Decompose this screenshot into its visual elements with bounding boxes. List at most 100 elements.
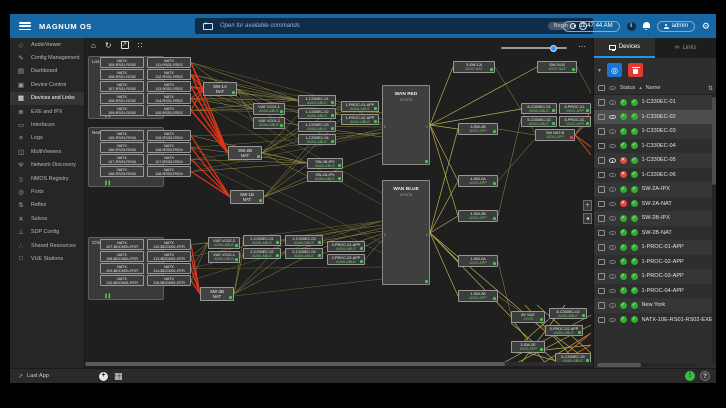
help-button[interactable]: ? [700, 371, 710, 381]
select-all-checkbox[interactable] [598, 84, 605, 92]
alerts-button[interactable]: ! [685, 371, 695, 381]
node-natx[interactable]: NATX 108-RS01-RS02 [100, 93, 144, 104]
sidebar-item-config-management[interactable]: ✎ Config Management [10, 51, 84, 64]
visibility-eye-icon[interactable] [608, 288, 616, 293]
device-row-1-c330ec-03[interactable]: ✓ ✓ 1-C330EC-03 [594, 124, 716, 139]
visibility-eye-icon[interactable] [608, 274, 616, 279]
device-row-1-c330ec-02[interactable]: ✓ ✓ 1-C330EC-02 [594, 109, 716, 124]
node-5-proc-01-[interactable]: 5-PROC-01- 100G-APP [559, 103, 591, 114]
visibility-eye-icon[interactable] [608, 317, 616, 322]
command-bar[interactable]: Open for available commands Begin ? [195, 18, 593, 34]
node-2-proc-01-app[interactable]: 2-PROC-01-APP AVAILABLE [327, 241, 365, 252]
visibility-eye-icon[interactable] [608, 245, 616, 250]
sidebar-item-salvos[interactable]: ✕ Salvos [10, 212, 84, 225]
device-row-new-york[interactable]: ✓ ✓ New York [594, 298, 716, 313]
sidebar-item-audioviewer[interactable]: ◇ AudioViewer [10, 38, 84, 51]
panel-h-scroll-thumb[interactable] [597, 363, 641, 367]
device-row-sw-2b-ipx[interactable]: ✓ ✓ SW-2B-IPX [594, 211, 716, 226]
node-natx[interactable]: NATX 107-BDCM01-RTR [100, 239, 144, 250]
row-checkbox[interactable] [598, 287, 605, 294]
add-view-button[interactable]: + [99, 371, 108, 381]
row-checkbox[interactable] [598, 258, 605, 265]
node-sw-3b[interactable]: SW-3B NAT [200, 287, 234, 301]
node-natx[interactable]: NATX 109-BDCM01-RTR [100, 263, 144, 274]
sidebar-item-nmos-registry[interactable]: ▯ NMOS Registry [10, 172, 84, 185]
node-3-sw-ca[interactable]: 3-SW-CA 100G NAT [453, 61, 495, 73]
node-natx[interactable]: NATX 118-RS03-RS04 [147, 166, 191, 177]
visibility-eye-icon[interactable] [608, 230, 616, 235]
visibility-eye-icon[interactable] [608, 143, 616, 148]
panel-v-scroll-thumb[interactable] [712, 97, 716, 185]
node-1-proc-02-app[interactable]: 1-PROC-02-APP AVAILABLE [341, 114, 379, 125]
device-row-1-proc-04-app[interactable]: ✓ ✓ 1-PROC-04-APP [594, 283, 716, 298]
node-5-c330ec-02[interactable]: 5-C330EC-02 AVAILABLE [521, 116, 557, 127]
node-natx[interactable]: NATX 146-RS03-RS04 [100, 142, 144, 153]
node-vue-vc01-2[interactable]: VUE VC01-2 AVAILABLE [253, 117, 285, 129]
row-checkbox[interactable] [598, 157, 605, 164]
node-1-sw-2a[interactable]: 1-SW-2A 100G APP [458, 255, 498, 267]
row-checkbox[interactable] [598, 244, 605, 251]
node-av-vue[interactable]: AV VUE VC03 [511, 311, 545, 323]
device-row-1-c330ec-04[interactable]: ✓ ✓ 1-C330EC-04 [594, 138, 716, 153]
settings-gear-icon[interactable]: ⚙ [702, 21, 710, 32]
node-1-c330ec-03[interactable]: 1-C330EC-03 AVAILABLE [298, 121, 336, 132]
sidebar-item-dashboard[interactable]: ▤ Dashboard [10, 65, 84, 78]
row-checkbox[interactable] [598, 316, 605, 323]
node-5-proc-02-app[interactable]: 5-PROC-02-APP AVAILABLE [545, 325, 583, 336]
visibility-eye-icon[interactable] [608, 172, 616, 177]
node-sw-1a[interactable]: SW-1A NAT [203, 82, 237, 96]
node-8-c330ec-02[interactable]: 8-C330EC-02 AVAILABLE [549, 308, 587, 319]
node-2-c330ec-04[interactable]: 2-C330EC-04 AVAILABLE [285, 248, 323, 259]
zoom-slider-knob[interactable] [549, 44, 557, 52]
sidebar-item-multiviewers[interactable]: ◫ MultiViewers [10, 145, 84, 158]
sidebar-item-exe-and-ipx[interactable]: ≣ EXE and IPX [10, 105, 84, 118]
device-row-sw-2a-ipx[interactable]: ✓ ✓ SW-2A-IPX [594, 182, 716, 197]
tab-devices[interactable]: Devices [594, 38, 655, 58]
last-app-button[interactable]: ↗ Last App [10, 373, 85, 380]
open-in-new-icon[interactable]: ↗ [120, 41, 129, 49]
visibility-eye-icon[interactable] [608, 259, 616, 264]
device-row-1-c330ec-01[interactable]: ✓ ✓ 1-C330EC-01 [594, 95, 716, 110]
visibility-eye-icon[interactable] [608, 129, 616, 134]
node-1-c330ec-04[interactable]: 1-C330EC-04 AVAILABLE [298, 134, 336, 145]
device-row-1-proc-03-app[interactable]: ✓ ✓ 1-PROC-03-APP [594, 269, 716, 284]
panel-collapse-chevron-icon[interactable]: ◂ [583, 213, 592, 224]
device-row-1-c330ec-05[interactable]: ✕ ✓ 1-C330EC-05 [594, 153, 716, 168]
node-sw-2b[interactable]: SW-2B NAT [228, 146, 262, 160]
node-natx[interactable]: NATX 148-RS03-RS04 [100, 166, 144, 177]
device-row-sw-2b-nat[interactable]: ✓ ✓ SW-2B-NAT [594, 225, 716, 240]
node-vue-vc02-1[interactable]: VUE VC02-1 AVAILABLE [208, 251, 240, 263]
canvas-add-button[interactable]: + [583, 200, 592, 211]
visibility-eye-icon[interactable] [608, 216, 616, 221]
sidebar-item-sdp-config[interactable]: ⊥ SDP Config [10, 225, 84, 238]
visibility-eye-icon[interactable] [608, 100, 616, 105]
sidebar-item-vue-stations[interactable]: □ VUE Stations [10, 252, 84, 265]
sidebar-item-shared-resources[interactable]: ∴ Shared Resources [10, 239, 84, 252]
node-sw-nat-b[interactable]: SW NAT-B 100G APP [535, 129, 575, 141]
node-5-c330ec-01[interactable]: 5-C330EC-01 AVAILABLE [521, 103, 557, 114]
device-row-1-proc-01-app[interactable]: ✓ ✓ 1-PROC-01-APP [594, 240, 716, 255]
device-row-sw-2a-nat[interactable]: ✕ ✓ SW-2A-NAT [594, 196, 716, 211]
grid-view-icon[interactable]: ▦ [114, 371, 123, 381]
node-sw-1b[interactable]: SW-1B NAT [230, 190, 264, 204]
node-vue-vc02-2[interactable]: VUE VC02-2 AVAILABLE [208, 237, 240, 249]
sidebar-item-logs[interactable]: ≡ Logs [10, 132, 84, 145]
row-checkbox[interactable] [598, 273, 605, 280]
column-picker-caret-icon[interactable]: ▾ [598, 67, 601, 74]
sidebar-item-ports[interactable]: ◎ Ports [10, 185, 84, 198]
node-1-c330ec-01[interactable]: 1-C330EC-01 AVAILABLE [298, 95, 336, 106]
node-natx[interactable]: NATX 106-RS01-RS02 [100, 69, 144, 80]
visibility-eye-icon[interactable] [608, 201, 616, 206]
node-4-sw-2b[interactable]: 4-SW-2B 100G APP [458, 210, 498, 222]
notifications-bell-icon[interactable] [642, 22, 650, 30]
row-checkbox[interactable] [598, 215, 605, 222]
status-column-header[interactable]: Status [620, 85, 636, 91]
node-natx[interactable]: NATX 111-RS01-RS02 [147, 57, 191, 68]
name-column-header[interactable]: Name [646, 85, 661, 91]
sidebar-item-devices-and-links[interactable]: ▦ Devices and Links [10, 91, 84, 105]
node-natx[interactable]: NATX 105-RS01-RS02 [100, 57, 144, 68]
node-3-sw-2e[interactable]: 3-SW-2E 100G APP [511, 341, 545, 353]
node-vue-vc01-1[interactable]: VUE VC01-1 AVAILABLE [253, 103, 285, 115]
sidebar-item-network-discovery[interactable]: Ψ Network Discovery [10, 159, 84, 172]
visibility-column-icon[interactable] [608, 85, 616, 91]
